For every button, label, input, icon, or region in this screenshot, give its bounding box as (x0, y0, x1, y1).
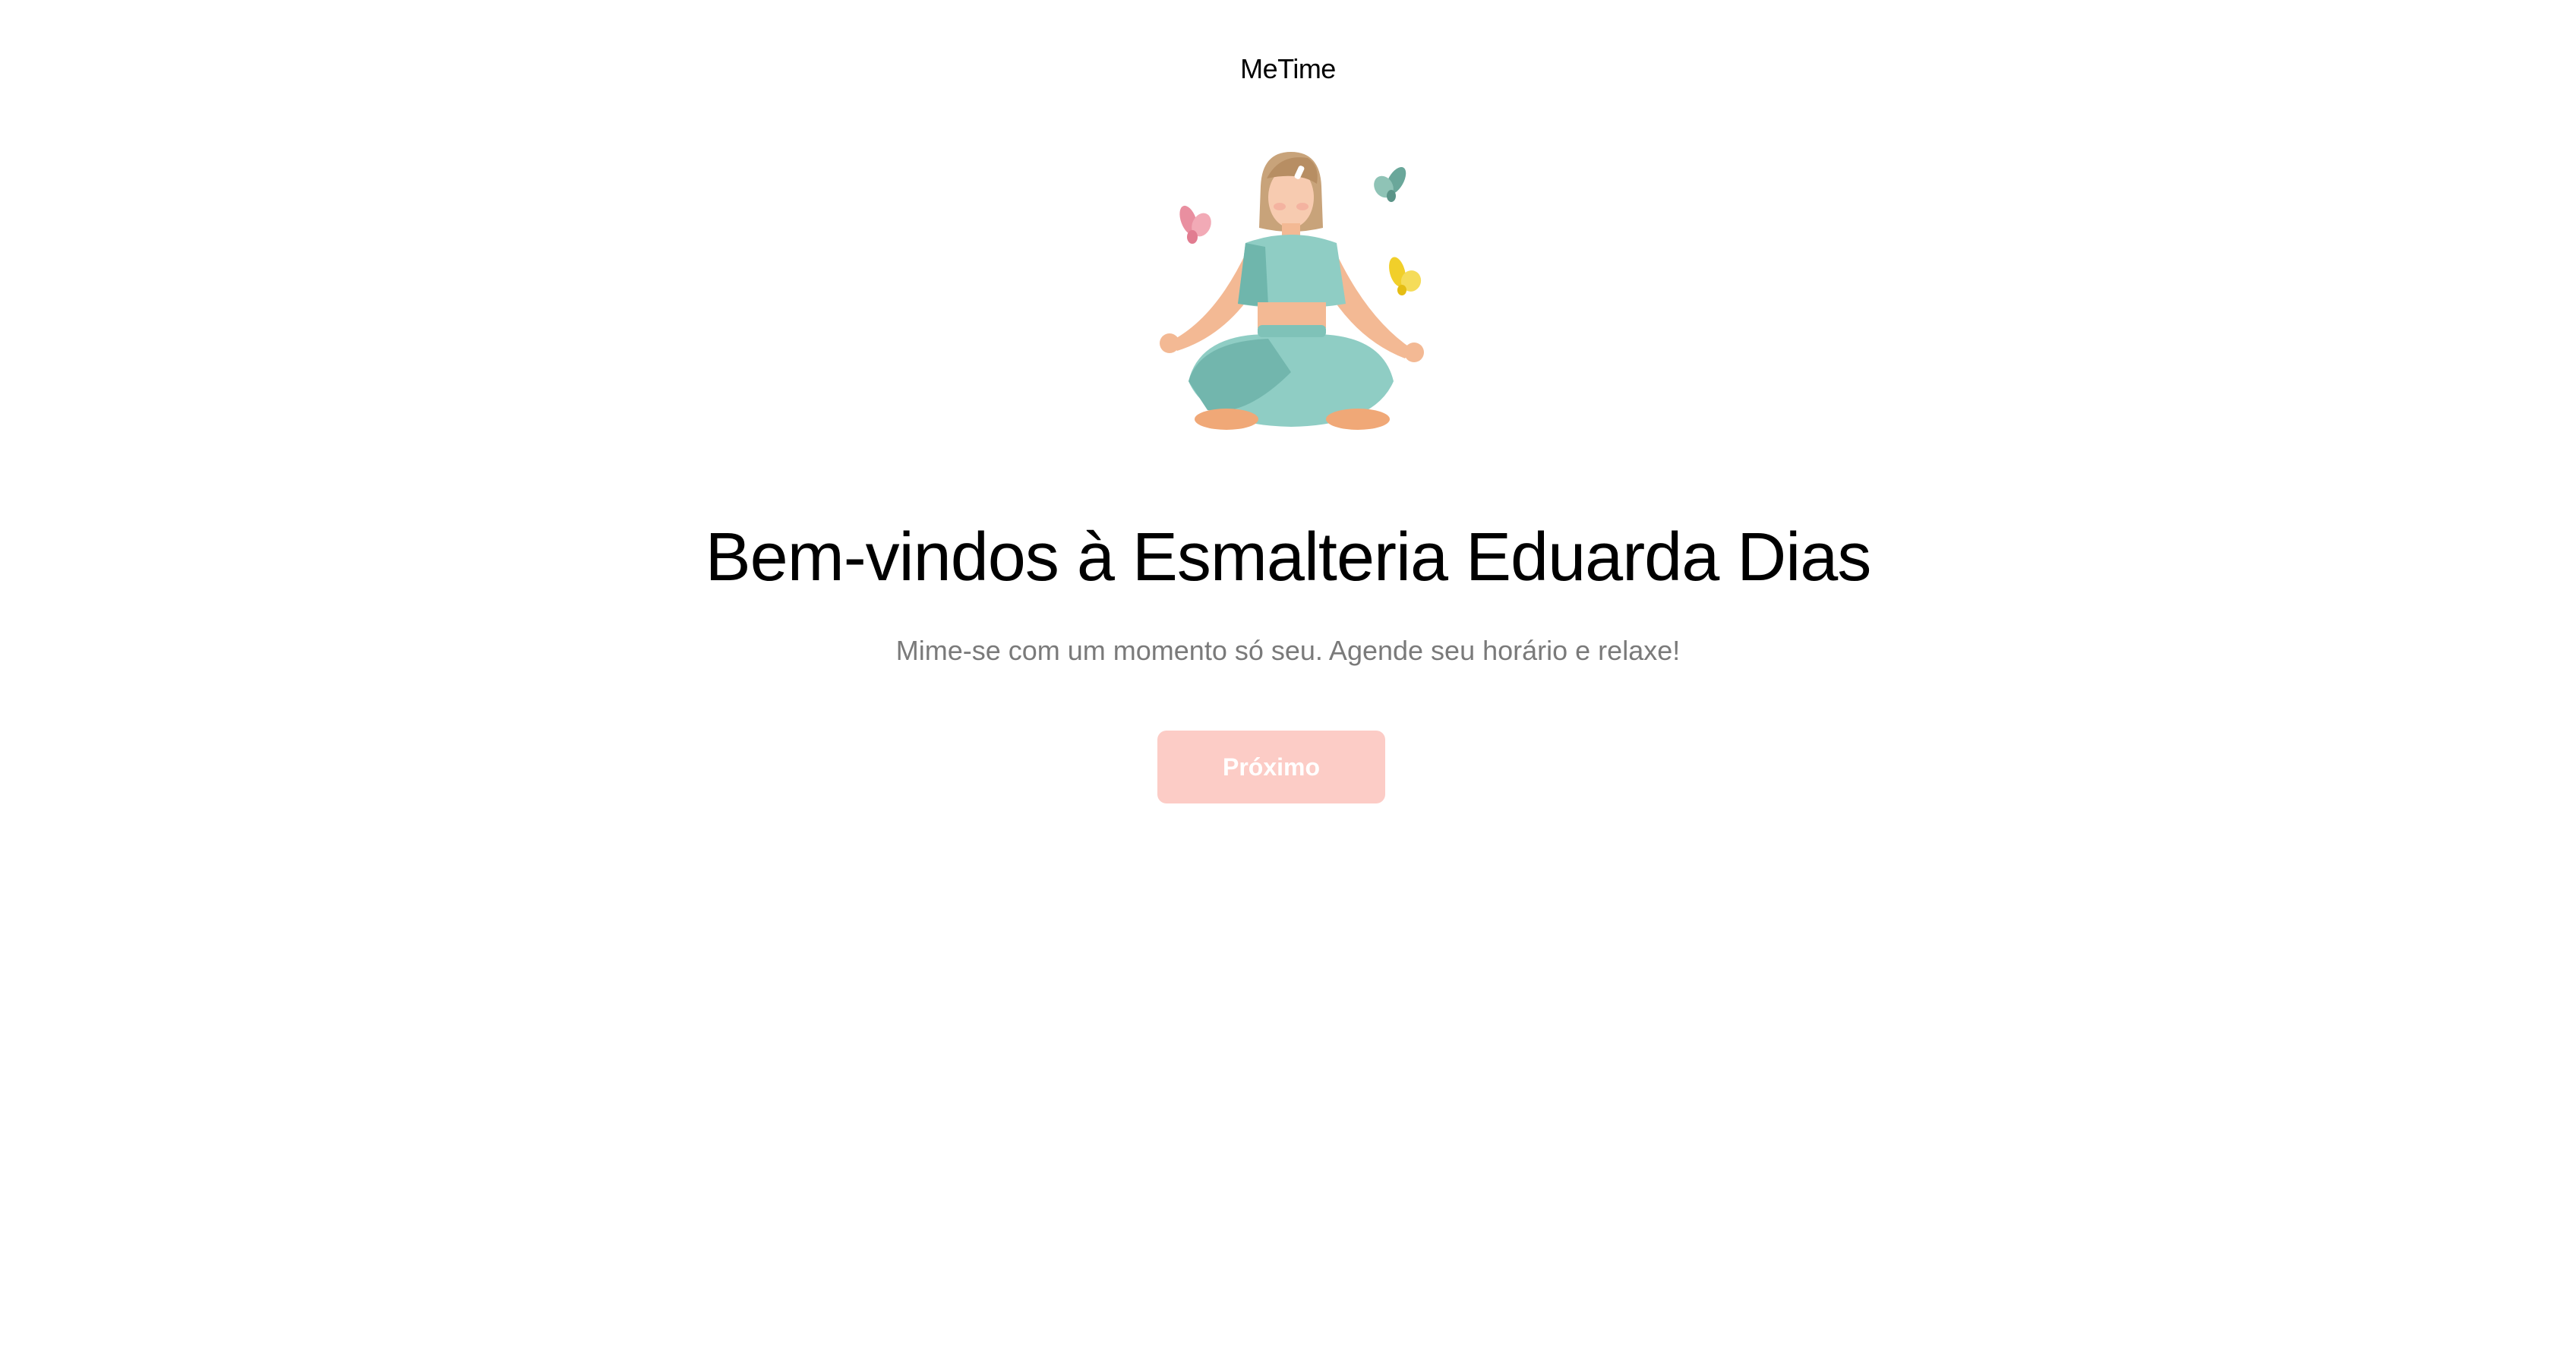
welcome-page: MeTime Bem-vindos à Esmalteria Eduarda D… (0, 0, 2576, 1370)
butterfly-green-icon (1374, 166, 1406, 202)
butterfly-yellow-icon (1389, 257, 1422, 295)
brand-logo: MeTime (1240, 53, 1336, 84)
page-subtitle: Mime-se com um momento só seu. Agende se… (895, 635, 1681, 666)
meditation-illustration (1116, 144, 1466, 456)
next-button[interactable]: Próximo (1157, 731, 1385, 803)
butterfly-pink-icon (1179, 205, 1211, 244)
page-title: Bem-vindos à Esmalteria Eduarda Dias (705, 519, 1872, 595)
